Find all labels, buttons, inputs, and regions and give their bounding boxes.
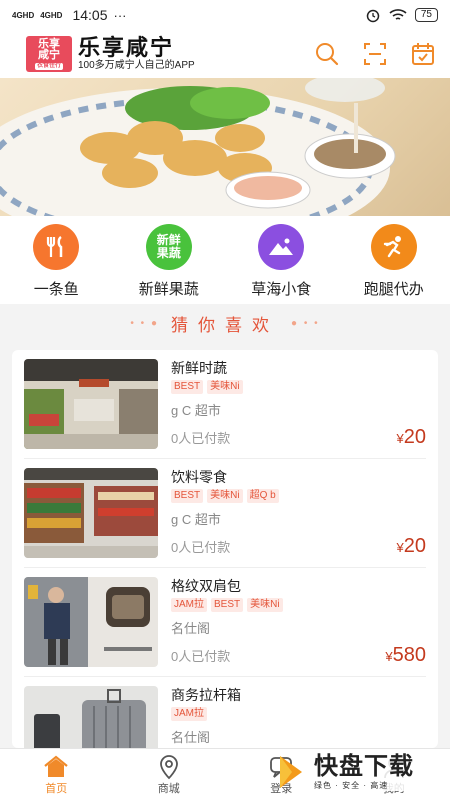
category-errand[interactable]: 跑腿代办 [349,224,439,304]
product-title: 格纹双肩包 [171,578,241,594]
watermark-logo-icon [280,756,302,788]
section-title-text: 猜你喜欢 [171,315,279,335]
product-item[interactable]: 饮料零食 BEST 美味Ni 超Q b g C 超市 0人已付款 ¥20 [24,459,426,568]
product-sold: 0人已付款 [171,431,231,446]
product-tag: JAM拉 [171,707,207,721]
watermark-sub: 绿色 · 安全 · 高速 [314,780,389,790]
brand-slogan: 100多万咸宁人自己的APP [78,60,195,71]
product-item[interactable]: 新鲜时蔬 BEST 美味Ni g C 超市 0人已付款 ¥20 [24,350,426,459]
signal-2-icon: 4GHD [40,10,63,20]
price-symbol: ¥ [385,649,393,664]
category-row: 一条鱼 新鲜果蔬 新鲜果蔬 草海小食 跑腿代办 [0,216,450,304]
product-image [24,359,158,449]
product-sold: 0人已付款 [171,540,231,555]
nav-label: 商城 [157,782,180,795]
runner-icon [370,224,417,270]
product-price: ¥20 [397,426,426,449]
product-store: 名仕阁 [171,621,211,636]
product-store: g C 超市 [171,512,221,527]
category-snacks[interactable]: 草海小食 [236,224,326,304]
price-symbol: ¥ [396,431,404,446]
product-title: 商务拉杆箱 [171,687,241,703]
alarm-icon [366,9,380,23]
price-amount: 580 [392,644,426,666]
wifi-icon [389,9,407,20]
nav-home[interactable]: 首页 [0,749,113,800]
product-price: ¥580 [385,644,426,667]
fried-shrimp-illustration [0,78,396,216]
category-fresh-produce[interactable]: 新鲜果蔬 新鲜果蔬 [124,224,214,304]
product-tag: BEST [171,380,204,394]
product-store: g C 超市 [171,403,221,418]
product-list: 新鲜时蔬 BEST 美味Ni g C 超市 0人已付款 ¥20 饮料零食 BES… [12,350,438,748]
category-label: 一条鱼 [33,281,79,298]
battery-icon: 75 [414,8,438,22]
location-pin-icon [159,754,178,779]
product-image [24,468,158,558]
home-icon [44,755,68,777]
product-item[interactable]: 商务拉杆箱 JAM拉 名仕阁 [24,677,426,748]
watermark: 快盘下载 绿色 · 安全 · 高速 [276,750,444,794]
decor-dots-left: • • ● [130,317,159,329]
app-header: 乐享 咸宁 衣食住行 乐享咸宁 100多万咸宁人自己的APP [0,30,450,78]
product-store: 名仕阁 [171,730,211,745]
banner-image[interactable] [0,78,450,216]
signal-1-icon: 4GHD [12,10,35,20]
product-tag: 美味Ni [247,598,283,612]
decor-dots-right: ● • • [291,317,320,329]
product-tag: JAM拉 [171,598,207,612]
product-tag: BEST [211,598,244,612]
category-label: 草海小食 [251,281,312,298]
product-title: 饮料零食 [171,469,227,485]
search-icon[interactable] [314,41,340,67]
logo-text-2: 咸宁 [38,48,60,61]
price-amount: 20 [403,426,426,448]
logo-text-1: 乐享 [38,37,60,50]
product-price: ¥20 [397,535,426,558]
mountain-icon [258,224,305,270]
nav-mall[interactable]: 商城 [113,749,226,800]
price-symbol: ¥ [396,540,404,555]
logo-sub: 衣食住行 [34,62,63,70]
fresh-produce-icon: 新鲜果蔬 [145,224,192,270]
status-time: 14:05 [72,7,108,23]
category-label: 跑腿代办 [363,281,424,298]
category-label: 新鲜果蔬 [138,281,199,298]
status-bar: 4GHD 4GHD 14:05 ··· 75 [0,0,450,30]
fork-knife-icon [33,224,80,270]
product-image [24,577,158,667]
product-tag: 美味Ni [207,489,243,503]
category-fish[interactable]: 一条鱼 [11,224,101,304]
app-logo: 乐享 咸宁 衣食住行 [26,36,72,72]
more-dots-icon: ··· [113,7,127,23]
product-title: 新鲜时蔬 [171,360,227,376]
guess-you-like-title: • • ● 猜你喜欢 ● • • [0,304,450,342]
product-sold: 0人已付款 [171,649,231,664]
calendar-check-icon[interactable] [410,41,436,67]
brand-name: 乐享咸宁 [78,35,175,60]
product-tag: BEST [171,489,204,503]
product-tag: 超Q b [246,489,279,503]
product-tag: 美味Ni [207,380,243,394]
price-amount: 20 [403,535,426,557]
product-image [24,686,158,748]
nav-label: 首页 [45,782,68,795]
watermark-main: 快盘下载 [314,752,414,780]
fresh-produce-icon-text: 新鲜果蔬 [156,233,181,260]
product-item[interactable]: 格纹双肩包 JAM拉 BEST 美味Ni 名仕阁 0人已付款 ¥580 [24,568,426,677]
scan-icon[interactable] [362,41,388,67]
